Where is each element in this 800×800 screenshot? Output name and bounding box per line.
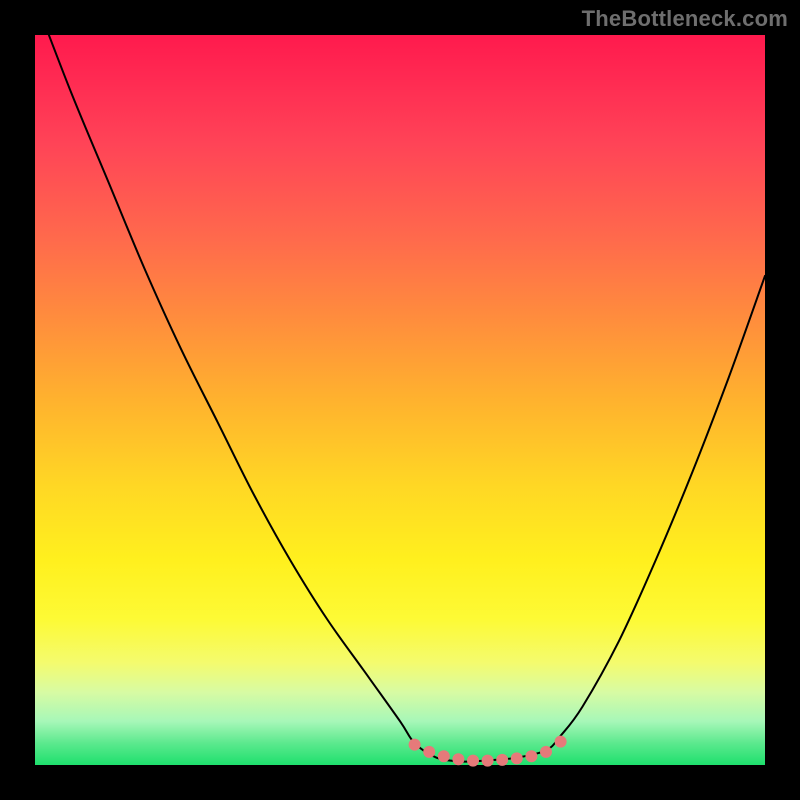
plot-area xyxy=(35,35,765,765)
chart-frame: TheBottleneck.com xyxy=(0,0,800,800)
watermark-text: TheBottleneck.com xyxy=(582,6,788,32)
